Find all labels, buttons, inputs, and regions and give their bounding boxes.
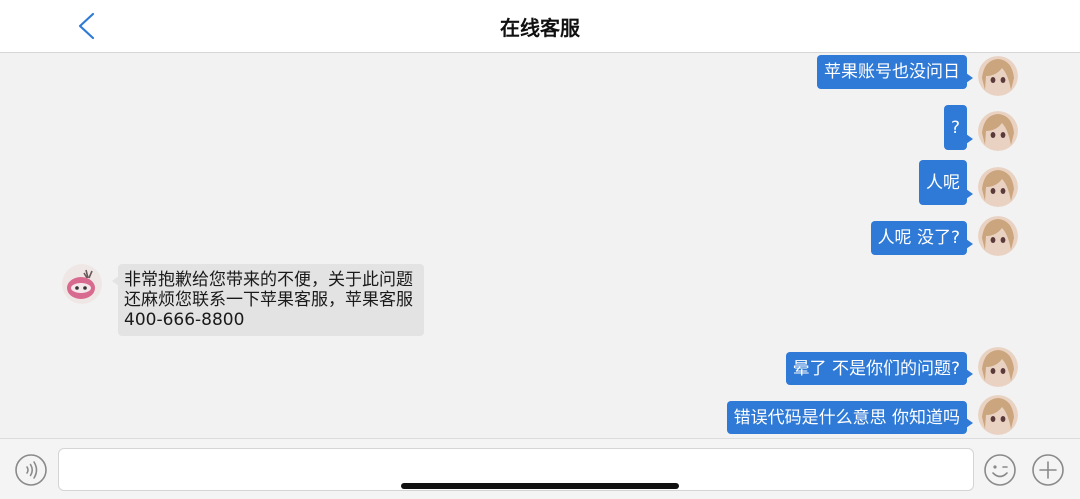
user-avatar[interactable] (978, 111, 1018, 151)
voice-button[interactable] (14, 453, 48, 487)
top-navigation-bar: 在线客服 (0, 0, 1080, 53)
message-bubble-outgoing[interactable]: ? (943, 105, 974, 150)
message-bubble-incoming[interactable]: 非常抱歉给您带来的不便，关于此问题 还麻烦您联系一下苹果客服，苹果客服 400-… (112, 264, 424, 336)
message-bubble-outgoing[interactable]: 苹果账号也没问日 (817, 55, 973, 89)
message-bubble-outgoing[interactable]: 人呢 没了? (870, 221, 974, 255)
page-title: 在线客服 (500, 16, 580, 40)
plus-icon (1032, 454, 1064, 486)
emoji-button[interactable] (983, 453, 1017, 487)
more-button[interactable] (1031, 453, 1065, 487)
user-avatar[interactable] (978, 167, 1018, 207)
message-line: 还麻烦您联系一下苹果客服，苹果客服 (124, 290, 413, 310)
message-bubble-outgoing[interactable]: 晕了 不是你们的问题? (785, 352, 974, 385)
agent-avatar[interactable] (62, 264, 102, 304)
chat-screen: 在线客服 苹果账号也没问日 ? 人呢 人呢 没了? 非常抱歉给您带来的不便，关于… (0, 0, 1080, 499)
message-list[interactable]: 苹果账号也没问日 ? 人呢 人呢 没了? 非常抱歉给您带来的不便，关于此问题 还… (0, 54, 1080, 438)
message-bubble-outgoing[interactable]: 人呢 (919, 160, 973, 205)
home-indicator[interactable] (401, 483, 679, 489)
user-avatar[interactable] (978, 395, 1018, 435)
message-bubble-outgoing[interactable]: 错误代码是什么意思 你知道吗 (726, 401, 974, 434)
user-avatar[interactable] (978, 347, 1018, 387)
input-bar (0, 438, 1080, 499)
emoji-icon (984, 454, 1016, 486)
user-avatar[interactable] (978, 56, 1018, 96)
user-avatar[interactable] (978, 216, 1018, 256)
message-line: 400-666-8800 (124, 310, 245, 330)
voice-icon (15, 454, 47, 486)
message-line: 非常抱歉给您带来的不便，关于此问题 (124, 270, 413, 290)
